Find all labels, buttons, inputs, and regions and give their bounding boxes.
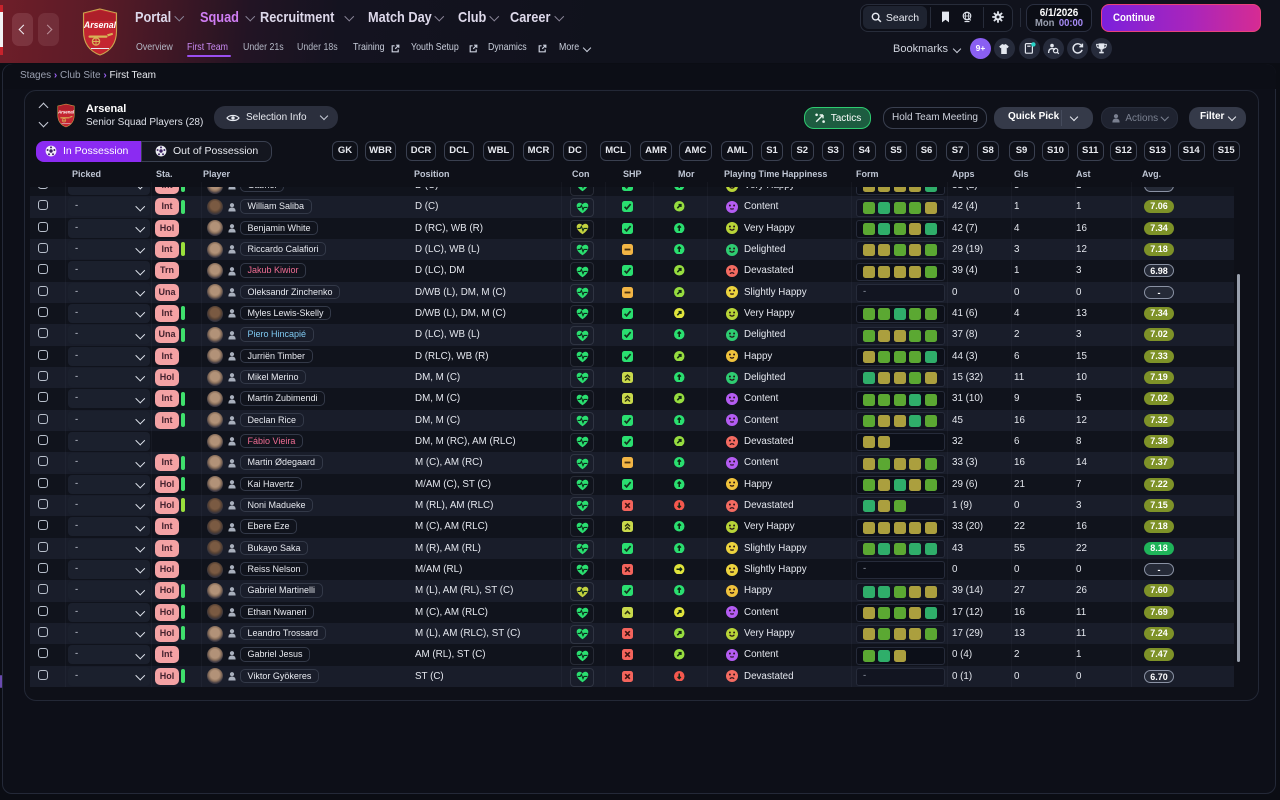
svg-text:Arsenal: Arsenal	[83, 20, 117, 30]
svg-text:Arsenal: Arsenal	[57, 110, 75, 115]
